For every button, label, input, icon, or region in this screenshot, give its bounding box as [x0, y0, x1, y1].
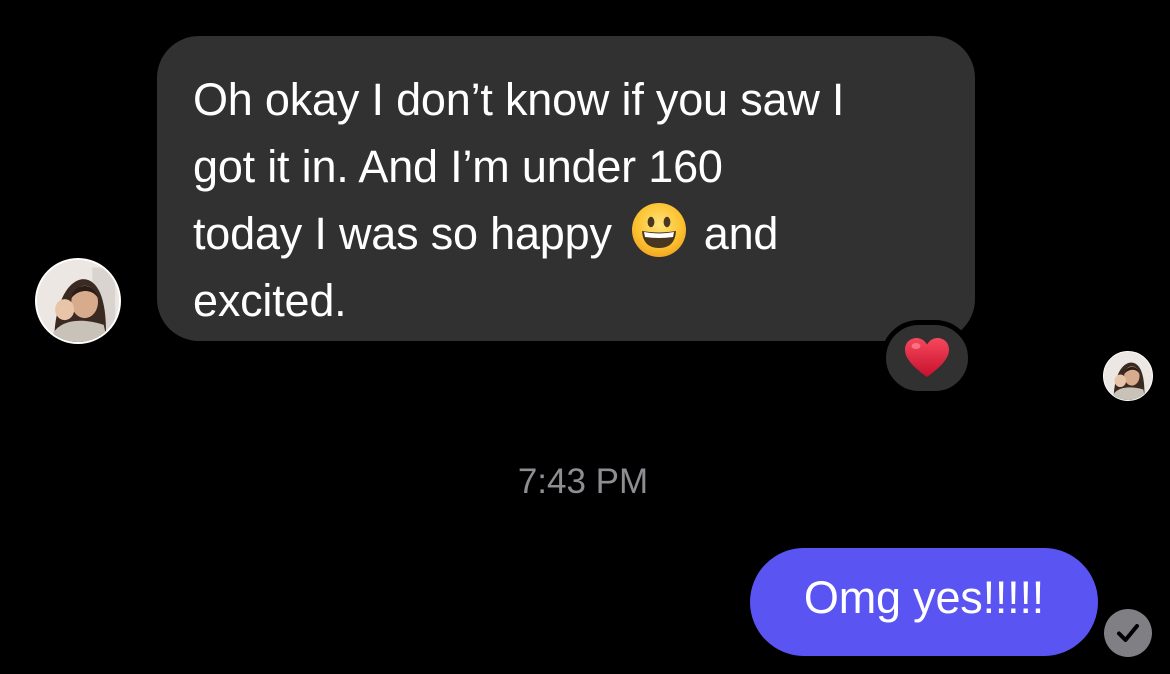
timestamp-text: 7:43 PM — [517, 462, 649, 501]
message-line-part: today I was so happy — [193, 208, 612, 259]
outgoing-message-bubble[interactable]: Omg yes!!!!! — [750, 548, 1098, 656]
outgoing-message-text: Omg yes!!!!! — [803, 572, 1045, 623]
message-line-part: and — [703, 208, 779, 259]
message-line: got it in. And I’m under 160 — [193, 141, 723, 192]
checkmark-icon — [1117, 624, 1139, 642]
avatar-photo — [1104, 352, 1152, 400]
grinning-face-emoji — [630, 201, 688, 259]
seen-by-avatar[interactable] — [1103, 351, 1153, 401]
message-line: today I was so happy and — [193, 200, 941, 267]
incoming-message-bubble[interactable]: Oh okay I don’t know if you saw I got it… — [157, 36, 975, 341]
avatar-photo — [37, 260, 119, 342]
message-line: Oh okay I don’t know if you saw I — [193, 74, 845, 125]
message-timestamp: 7:43 PM — [0, 462, 1170, 502]
heart-reaction[interactable] — [881, 320, 973, 396]
read-receipt — [1104, 609, 1152, 657]
message-line: excited. — [193, 275, 347, 326]
red-heart-icon — [905, 338, 949, 377]
sender-avatar[interactable] — [35, 258, 121, 344]
incoming-message-text: Oh okay I don’t know if you saw I got it… — [193, 66, 941, 334]
